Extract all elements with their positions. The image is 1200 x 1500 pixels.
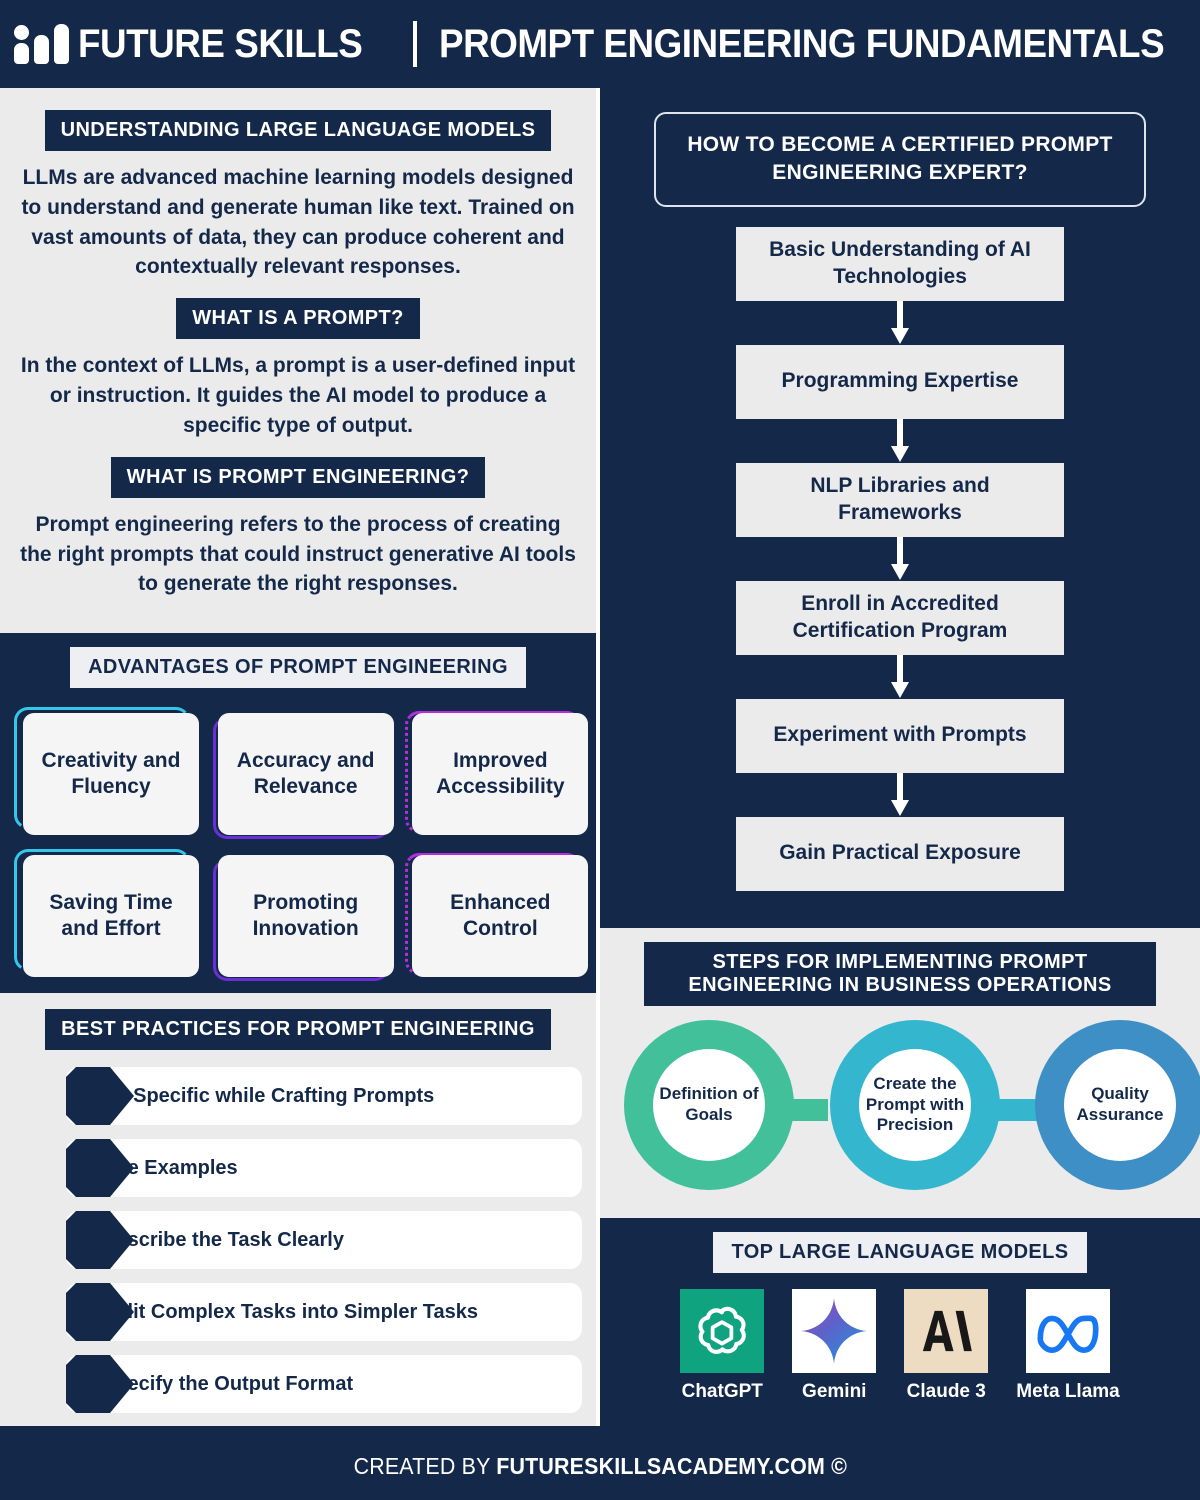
section-body-llm: LLMs are advanced machine learning model…	[21, 166, 575, 279]
flow-step[interactable]: Experiment with Prompts	[736, 698, 1064, 773]
flowchart-steps: Basic Understanding of AI Technologies P…	[600, 226, 1200, 891]
section-heading-prompt-engineering: WHAT IS PROMPT ENGINEERING?	[110, 456, 486, 498]
bar-chart-logo-icon	[14, 24, 69, 64]
business-steps-heading: STEPS FOR IMPLEMENTING PROMPT ENGINEERIN…	[644, 942, 1156, 1006]
best-practices-heading: BEST PRACTICES FOR PROMPT ENGINEERING	[45, 1009, 551, 1050]
flow-step-label: Gain Practical Exposure	[779, 841, 1021, 865]
advantage-card[interactable]: Accuracy and Relevance	[209, 707, 394, 839]
left-column: UNDERSTANDING LARGE LANGUAGE MODELS LLMs…	[0, 88, 596, 1426]
llm-item[interactable]: Claude 3	[904, 1289, 989, 1403]
definitions-panel: UNDERSTANDING LARGE LANGUAGE MODELS LLMs…	[0, 88, 596, 633]
list-item[interactable]: Specify the Output Format	[14, 1355, 582, 1413]
footer-credit: CREATED BY FUTURESKILLSACADEMY.COM ©	[353, 1453, 846, 1480]
llm-label: ChatGPT	[681, 1381, 763, 1402]
advantage-label: Enhanced Control	[450, 890, 551, 940]
list-item[interactable]: Split Complex Tasks into Simpler Tasks	[14, 1283, 582, 1341]
top-llms-panel: TOP LARGE LANGUAGE MODELS ChatGPT Gemini…	[600, 1218, 1200, 1426]
header-divider	[413, 21, 418, 67]
advantages-panel: ADVANTAGES OF PROMPT ENGINEERING Creativ…	[0, 633, 596, 993]
flowchart-title: HOW TO BECOME A CERTIFIED PROMPT ENGINEE…	[654, 112, 1146, 207]
best-practice-label: Be Specific while Crafting Prompts	[102, 1084, 435, 1107]
arrow-down-icon	[891, 772, 909, 817]
flow-step-label: Basic Understanding of AI Technologies	[769, 237, 1031, 288]
flow-step[interactable]: Basic Understanding of AI Technologies	[736, 226, 1064, 301]
best-practice-label: Specify the Output Format	[102, 1372, 354, 1395]
flow-step[interactable]: NLP Libraries and Frameworks	[736, 462, 1064, 537]
business-step-label: Create the Prompt with Precision	[865, 1073, 965, 1135]
llm-label: Meta Llama	[1016, 1381, 1120, 1402]
best-practices-list: Be Specific while Crafting Prompts Use E…	[14, 1067, 582, 1413]
llm-item[interactable]: Gemini	[792, 1289, 877, 1403]
footer-brand: FUTURESKILLSACADEMY.COM ©	[495, 1452, 847, 1479]
business-steps-diagram: Definition of Goals Create the Prompt wi…	[600, 1020, 1200, 1200]
business-step-circle[interactable]: Quality Assurance	[1035, 1020, 1200, 1190]
advantages-grid: Creativity and Fluency Accuracy and Rele…	[14, 707, 589, 981]
section-body-prompt: In the context of LLMs, a prompt is a us…	[20, 354, 576, 437]
flow-step-label: NLP Libraries and Frameworks	[810, 473, 990, 524]
best-practices-panel: BEST PRACTICES FOR PROMPT ENGINEERING Be…	[0, 993, 596, 1426]
flow-step-label: Enroll in Accredited Certification Progr…	[792, 591, 1008, 642]
anthropic-claude-logo-icon	[904, 1289, 989, 1373]
openai-logo-icon	[680, 1289, 765, 1373]
business-steps-panel: STEPS FOR IMPLEMENTING PROMPT ENGINEERIN…	[600, 928, 1200, 1218]
right-column: HOW TO BECOME A CERTIFIED PROMPT ENGINEE…	[600, 88, 1200, 1426]
advantage-label: Saving Time and Effort	[49, 890, 173, 940]
gemini-star-icon	[792, 1289, 877, 1373]
section-body-prompt-engineering: Prompt engineering refers to the process…	[20, 512, 576, 596]
business-step-label: Quality Assurance	[1076, 1084, 1164, 1124]
llm-item[interactable]: Meta Llama	[1016, 1289, 1120, 1403]
flow-step-label: Experiment with Prompts	[773, 723, 1027, 747]
section-heading-llm: UNDERSTANDING LARGE LANGUAGE MODELS	[44, 110, 552, 151]
arrow-down-icon	[891, 300, 909, 345]
list-item[interactable]: Describe the Task Clearly	[14, 1211, 582, 1269]
arrow-down-icon	[891, 418, 909, 463]
advantage-label: Accuracy and Relevance	[236, 748, 375, 798]
business-step-circle[interactable]: Create the Prompt with Precision	[830, 1020, 1000, 1190]
llm-item[interactable]: ChatGPT	[680, 1289, 765, 1403]
flow-step-label: Programming Expertise	[781, 369, 1019, 393]
advantage-card[interactable]: Enhanced Control	[403, 849, 589, 977]
business-step-circle[interactable]: Definition of Goals	[624, 1020, 794, 1190]
list-item[interactable]: Be Specific while Crafting Prompts	[14, 1067, 582, 1125]
advantage-card[interactable]: Improved Accessibility	[403, 707, 589, 835]
advantages-heading: ADVANTAGES OF PROMPT ENGINEERING	[70, 647, 526, 688]
footer-prefix: CREATED BY	[353, 1452, 496, 1479]
meta-infinity-logo-icon	[1025, 1289, 1110, 1373]
advantage-label: Creativity and Fluency	[41, 748, 181, 798]
flow-step[interactable]: Gain Practical Exposure	[736, 816, 1064, 891]
advantage-label: Promoting Innovation	[252, 890, 359, 940]
llm-logo-row: ChatGPT Gemini Claude 3 Meta Llama	[600, 1289, 1200, 1403]
infographic-page: FUTURE SKILLS PROMPT ENGINEERING FUNDAME…	[0, 0, 1200, 1500]
page-footer: CREATED BY FUTURESKILLSACADEMY.COM ©	[0, 1432, 1200, 1500]
advantage-card[interactable]: Creativity and Fluency	[14, 707, 199, 835]
top-llms-heading: TOP LARGE LANGUAGE MODELS	[713, 1232, 1087, 1273]
section-heading-prompt: WHAT IS A PROMPT?	[176, 298, 420, 340]
advantage-card[interactable]: Saving Time and Effort	[14, 849, 199, 977]
flow-step[interactable]: Programming Expertise	[736, 344, 1064, 419]
page-header: FUTURE SKILLS PROMPT ENGINEERING FUNDAME…	[0, 0, 1200, 88]
certification-flowchart-panel: HOW TO BECOME A CERTIFIED PROMPT ENGINEE…	[600, 88, 1200, 928]
best-practice-label: Split Complex Tasks into Simpler Tasks	[102, 1300, 479, 1323]
best-practice-label: Describe the Task Clearly	[102, 1228, 344, 1251]
advantage-card[interactable]: Promoting Innovation	[209, 849, 394, 981]
flow-step[interactable]: Enroll in Accredited Certification Progr…	[736, 580, 1064, 655]
llm-label: Claude 3	[906, 1381, 986, 1402]
page-title: PROMPT ENGINEERING FUNDAMENTALS	[439, 21, 1165, 66]
llm-label: Gemini	[802, 1381, 867, 1402]
brand-name: FUTURE SKILLS	[78, 21, 363, 66]
business-step-label: Definition of Goals	[659, 1084, 759, 1124]
arrow-down-icon	[891, 654, 909, 699]
list-item[interactable]: Use Examples	[14, 1139, 582, 1197]
arrow-down-icon	[891, 536, 909, 581]
advantage-label: Improved Accessibility	[436, 748, 565, 798]
